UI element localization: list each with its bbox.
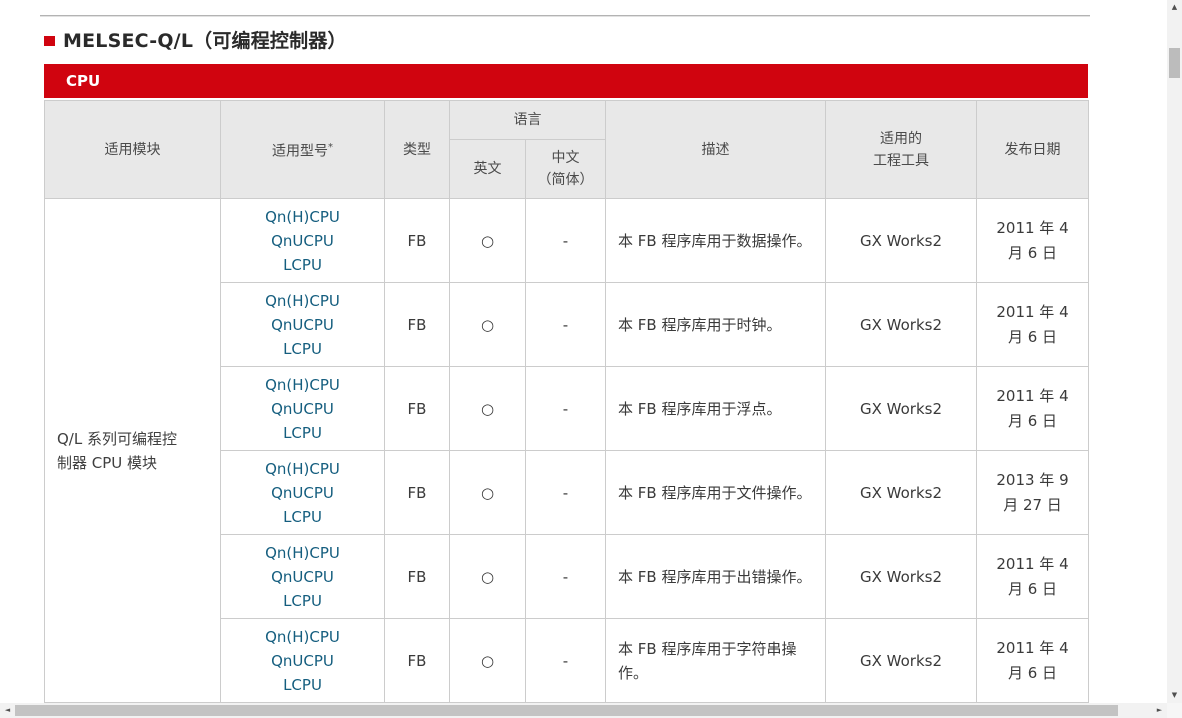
lang-zh-cell: - (526, 535, 606, 619)
type-cell: FB (385, 451, 450, 535)
date-cell: 2011 年 4 月 6 日 (977, 199, 1089, 283)
lang-zh-cell: - (526, 283, 606, 367)
cpu-section-label: CPU (66, 72, 100, 90)
header-description: 描述 (606, 101, 826, 199)
tool-cell: GX Works2 (826, 367, 977, 451)
date-cell: 2011 年 4 月 6 日 (977, 283, 1089, 367)
model-link[interactable]: QnUCPU (221, 481, 384, 505)
header-type: 类型 (385, 101, 450, 199)
model-link[interactable]: Qn(H)CPU (221, 541, 384, 565)
lang-en-cell: ○ (450, 367, 526, 451)
model-link[interactable]: LCPU (221, 505, 384, 529)
lang-en-cell: ○ (450, 283, 526, 367)
lang-zh-cell: - (526, 451, 606, 535)
model-link[interactable]: QnUCPU (221, 229, 384, 253)
lang-en-cell: ○ (450, 535, 526, 619)
model-link[interactable]: Qn(H)CPU (221, 205, 384, 229)
fb-library-table: 适用模块 适用型号* 类型 语言 描述 适用的 工程工具 发布日期 英文 中文 … (44, 100, 1089, 703)
scroll-down-icon[interactable]: ▼ (1167, 688, 1182, 703)
tool-cell: GX Works2 (826, 451, 977, 535)
date-cell: 2011 年 4 月 6 日 (977, 619, 1089, 703)
model-link[interactable]: Qn(H)CPU (221, 625, 384, 649)
description-cell: 本 FB 程序库用于数据操作。 (606, 199, 826, 283)
description-cell: 本 FB 程序库用于时钟。 (606, 283, 826, 367)
model-link[interactable]: LCPU (221, 589, 384, 613)
model-link[interactable]: QnUCPU (221, 313, 384, 337)
model-links-cell: Qn(H)CPU QnUCPU LCPU (221, 619, 385, 703)
model-link[interactable]: Qn(H)CPU (221, 373, 384, 397)
lang-zh-cell: - (526, 619, 606, 703)
horizontal-scrollbar-thumb[interactable] (15, 705, 1118, 716)
model-footnote-asterisk: * (328, 142, 333, 153)
model-link[interactable]: LCPU (221, 253, 384, 277)
section-divider-line (40, 15, 1090, 17)
type-cell: FB (385, 619, 450, 703)
model-link[interactable]: LCPU (221, 673, 384, 697)
model-link[interactable]: LCPU (221, 337, 384, 361)
horizontal-scrollbar[interactable]: ◄ ► (0, 703, 1167, 718)
header-release-date: 发布日期 (977, 101, 1089, 199)
model-links-cell: Qn(H)CPU QnUCPU LCPU (221, 535, 385, 619)
type-cell: FB (385, 535, 450, 619)
tool-cell: GX Works2 (826, 619, 977, 703)
date-cell: 2011 年 4 月 6 日 (977, 535, 1089, 619)
description-cell: 本 FB 程序库用于浮点。 (606, 367, 826, 451)
date-cell: 2013 年 9 月 27 日 (977, 451, 1089, 535)
model-link[interactable]: QnUCPU (221, 565, 384, 589)
header-lang-chinese: 中文 （简体） (526, 140, 606, 199)
lang-en-cell: ○ (450, 451, 526, 535)
header-model: 适用型号* (221, 101, 385, 199)
lang-en-cell: ○ (450, 619, 526, 703)
header-tool: 适用的 工程工具 (826, 101, 977, 199)
model-links-cell: Qn(H)CPU QnUCPU LCPU (221, 367, 385, 451)
header-language: 语言 (450, 101, 606, 140)
description-cell: 本 FB 程序库用于字符串操作。 (606, 619, 826, 703)
table-row: Q/L 系列可编程控制器 CPU 模块 Qn(H)CPU QnUCPU LCPU… (45, 199, 1089, 283)
vertical-scrollbar-thumb[interactable] (1169, 48, 1180, 78)
header-module: 适用模块 (45, 101, 221, 199)
scrollbar-corner (1167, 703, 1182, 718)
lang-zh-cell: - (526, 367, 606, 451)
lang-en-cell: ○ (450, 199, 526, 283)
description-cell: 本 FB 程序库用于出错操作。 (606, 535, 826, 619)
model-link[interactable]: Qn(H)CPU (221, 289, 384, 313)
scroll-right-icon[interactable]: ► (1152, 703, 1167, 718)
page-title: MELSEC-Q/L（可编程控制器） (63, 26, 347, 53)
model-link[interactable]: Qn(H)CPU (221, 457, 384, 481)
header-lang-english: 英文 (450, 140, 526, 199)
date-cell: 2011 年 4 月 6 日 (977, 367, 1089, 451)
description-cell: 本 FB 程序库用于文件操作。 (606, 451, 826, 535)
tool-cell: GX Works2 (826, 283, 977, 367)
scroll-up-icon[interactable]: ▲ (1167, 0, 1182, 15)
table-header: 适用模块 适用型号* 类型 语言 描述 适用的 工程工具 发布日期 英文 中文 … (45, 101, 1089, 199)
tool-cell: GX Works2 (826, 535, 977, 619)
red-square-bullet-icon (44, 36, 55, 46)
model-link[interactable]: QnUCPU (221, 397, 384, 421)
page-title-row: MELSEC-Q/L（可编程控制器） (44, 26, 347, 53)
model-links-cell: Qn(H)CPU QnUCPU LCPU (221, 451, 385, 535)
type-cell: FB (385, 367, 450, 451)
type-cell: FB (385, 199, 450, 283)
model-link[interactable]: QnUCPU (221, 649, 384, 673)
lang-zh-cell: - (526, 199, 606, 283)
tool-cell: GX Works2 (826, 199, 977, 283)
model-links-cell: Qn(H)CPU QnUCPU LCPU (221, 199, 385, 283)
model-link[interactable]: LCPU (221, 421, 384, 445)
scroll-left-icon[interactable]: ◄ (0, 703, 15, 718)
cpu-section-header: CPU (44, 64, 1088, 98)
model-links-cell: Qn(H)CPU QnUCPU LCPU (221, 283, 385, 367)
vertical-scrollbar[interactable]: ▲ ▼ (1167, 0, 1182, 703)
module-group-cell: Q/L 系列可编程控制器 CPU 模块 (45, 199, 221, 703)
type-cell: FB (385, 283, 450, 367)
